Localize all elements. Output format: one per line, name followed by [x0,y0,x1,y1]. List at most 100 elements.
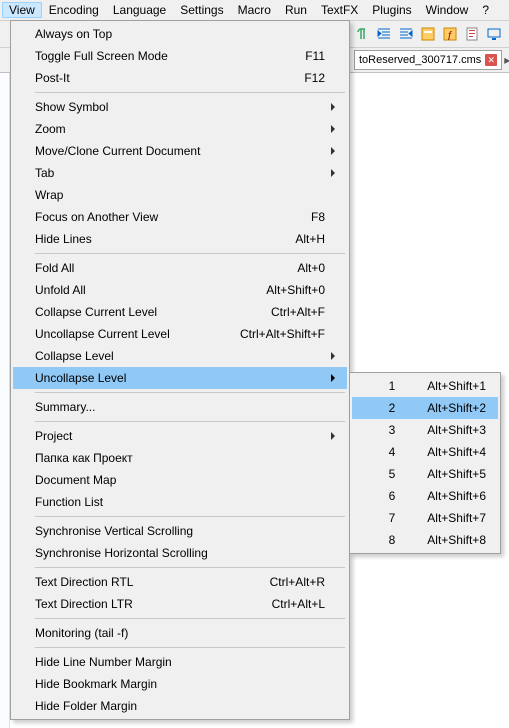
toolbar-btn-document-map-icon[interactable] [462,24,482,44]
mi-label: Project [35,429,325,443]
mi-label: Wrap [35,188,325,202]
mi-label: Move/Clone Current Document [35,144,325,158]
toolbar-btn-function-icon[interactable]: ƒ [440,24,460,44]
mi-label: Always on Top [35,27,325,41]
mi-label: Synchronise Vertical Scrolling [35,524,325,538]
menu-help[interactable]: ? [475,2,496,18]
mi-shortcut: F11 [293,49,325,63]
menu-view[interactable]: View [2,2,42,18]
mi-monitoring[interactable]: Monitoring (tail -f) [13,622,347,644]
menubar: View Encoding Language Settings Macro Ru… [0,0,509,20]
menu-separator [35,647,345,648]
submenu-item-1[interactable]: 1Alt+Shift+1 [352,375,498,397]
submenu-item-3[interactable]: 3Alt+Shift+3 [352,419,498,441]
submenu-item-2[interactable]: 2Alt+Shift+2 [352,397,498,419]
menu-separator [35,618,345,619]
mi-zoom[interactable]: Zoom [13,118,347,140]
submenu-shortcut: Alt+Shift+5 [402,467,486,481]
menu-macro[interactable]: Macro [231,2,278,18]
mi-label: Text Direction RTL [35,575,258,589]
menu-separator [35,253,345,254]
mi-wrap[interactable]: Wrap [13,184,347,206]
mi-shortcut: F12 [292,71,325,85]
mi-shortcut: Ctrl+Alt+Shift+F [228,327,325,341]
toolbar-btn-outdent-icon[interactable] [396,24,416,44]
mi-label: Collapse Current Level [35,305,259,319]
mi-move-clone[interactable]: Move/Clone Current Document [13,140,347,162]
mi-focus-another[interactable]: Focus on Another ViewF8 [13,206,347,228]
mi-collapse-level[interactable]: Collapse Level [13,345,347,367]
mi-project[interactable]: Project [13,425,347,447]
submenu-number: 3 [382,423,402,437]
mi-uncollapse-level[interactable]: Uncollapse Level [13,367,347,389]
mi-function-list[interactable]: Function List [13,491,347,513]
mi-document-map[interactable]: Document Map [13,469,347,491]
mi-hide-linenum[interactable]: Hide Line Number Margin [13,651,347,673]
mi-label: Collapse Level [35,349,325,363]
submenu-number: 8 [382,533,402,547]
submenu-item-5[interactable]: 5Alt+Shift+5 [352,463,498,485]
mi-label: Synchronise Horizontal Scrolling [35,546,325,560]
menu-plugins[interactable]: Plugins [365,2,418,18]
mi-tab[interactable]: Tab [13,162,347,184]
close-icon[interactable]: ✕ [485,54,497,66]
view-dropdown: Always on Top Toggle Full Screen ModeF11… [10,20,350,720]
mi-hide-lines[interactable]: Hide LinesAlt+H [13,228,347,250]
toolbar-btn-monitor-icon[interactable] [484,24,504,44]
mi-fold-all[interactable]: Fold AllAlt+0 [13,257,347,279]
mi-label: Hide Line Number Margin [35,655,325,669]
mi-label: Папка как Проект [35,451,325,465]
mi-folder-as-project[interactable]: Папка как Проект [13,447,347,469]
mi-unfold-all[interactable]: Unfold AllAlt+Shift+0 [13,279,347,301]
menu-separator [35,92,345,93]
mi-label: Uncollapse Current Level [35,327,228,341]
mi-sync-horizontal[interactable]: Synchronise Horizontal Scrolling [13,542,347,564]
mi-show-symbol[interactable]: Show Symbol [13,96,347,118]
submenu-item-8[interactable]: 8Alt+Shift+8 [352,529,498,551]
toolbar-btn-paragraph-icon[interactable] [352,24,372,44]
submenu-item-7[interactable]: 7Alt+Shift+7 [352,507,498,529]
mi-shortcut: F8 [299,210,325,224]
menu-language[interactable]: Language [106,2,173,18]
mi-hide-folder[interactable]: Hide Folder Margin [13,695,347,717]
mi-post-it[interactable]: Post-ItF12 [13,67,347,89]
mi-shortcut: Ctrl+Alt+F [259,305,325,319]
mi-uncollapse-current[interactable]: Uncollapse Current LevelCtrl+Alt+Shift+F [13,323,347,345]
mi-label: Post-It [35,71,292,85]
submenu-item-6[interactable]: 6Alt+Shift+6 [352,485,498,507]
submenu-item-4[interactable]: 4Alt+Shift+4 [352,441,498,463]
submenu-number: 5 [382,467,402,481]
uncollapse-level-submenu: 1Alt+Shift+12Alt+Shift+23Alt+Shift+34Alt… [349,372,501,554]
submenu-number: 4 [382,445,402,459]
gutter [0,73,10,728]
mi-hide-bookmark[interactable]: Hide Bookmark Margin [13,673,347,695]
toolbar-btn-indent-icon[interactable] [374,24,394,44]
mi-label: Fold All [35,261,285,275]
submenu-number: 6 [382,489,402,503]
menu-textfx[interactable]: TextFX [314,2,365,18]
mi-always-on-top[interactable]: Always on Top [13,23,347,45]
mi-collapse-current[interactable]: Collapse Current LevelCtrl+Alt+F [13,301,347,323]
mi-shortcut: Alt+0 [285,261,325,275]
menu-window[interactable]: Window [419,2,476,18]
mi-summary[interactable]: Summary... [13,396,347,418]
mi-label: Hide Bookmark Margin [35,677,325,691]
toolbar-btn-form-icon[interactable] [418,24,438,44]
menu-settings[interactable]: Settings [173,2,230,18]
mi-label: Text Direction LTR [35,597,260,611]
submenu-number: 7 [382,511,402,525]
mi-text-rtl[interactable]: Text Direction RTLCtrl+Alt+R [13,571,347,593]
mi-label: Hide Folder Margin [35,699,325,713]
menu-run[interactable]: Run [278,2,314,18]
mi-text-ltr[interactable]: Text Direction LTRCtrl+Alt+L [13,593,347,615]
mi-sync-vertical[interactable]: Synchronise Vertical Scrolling [13,520,347,542]
menu-encoding[interactable]: Encoding [42,2,106,18]
document-tab[interactable]: toReserved_300717.cms ✕ [354,50,502,70]
mi-toggle-full-screen[interactable]: Toggle Full Screen ModeF11 [13,45,347,67]
menu-separator [35,421,345,422]
submenu-number: 2 [382,401,402,415]
submenu-shortcut: Alt+Shift+4 [402,445,486,459]
mi-label: Uncollapse Level [35,371,325,385]
document-tab-label: toReserved_300717.cms [359,54,481,66]
tab-scroll-right-icon[interactable]: ▸ [504,52,509,68]
